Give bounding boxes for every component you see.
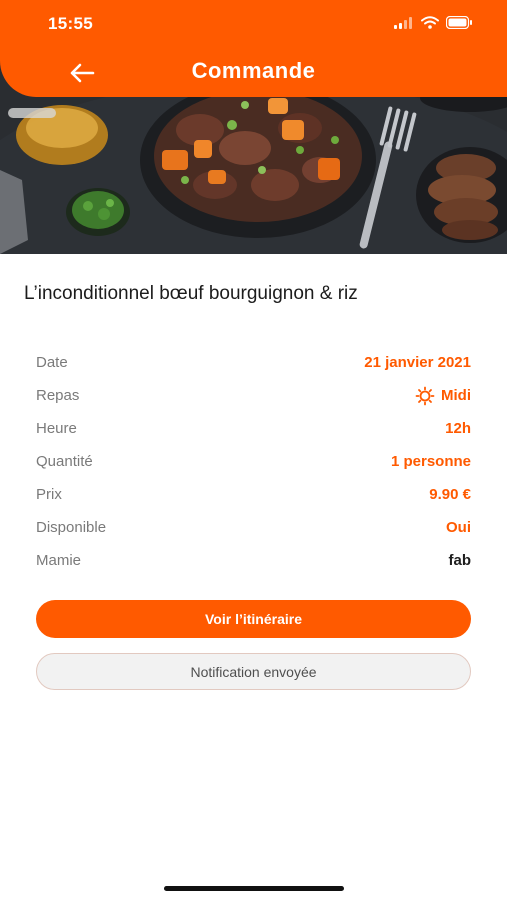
detail-label: Disponible [36, 519, 107, 536]
status-icons [394, 16, 473, 29]
app-header: 15:55 Commande [0, 0, 507, 97]
detail-row-mamie: Mamie fab [36, 544, 471, 577]
detail-value: Midi [441, 387, 471, 404]
view-itinerary-button[interactable]: Voir l’itinéraire [36, 600, 471, 638]
dish-title: L’inconditionnel bœuf bourguignon & riz [24, 283, 358, 304]
detail-label: Heure [36, 420, 77, 437]
detail-value: 12h [445, 420, 471, 437]
detail-value: 21 janvier 2021 [364, 354, 471, 371]
detail-label: Date [36, 354, 68, 371]
detail-row-repas: Repas Midi [36, 379, 471, 412]
notification-sent-button[interactable]: Notification envoyée [36, 653, 471, 690]
order-details: Date 21 janvier 2021 Repas Midi Heure 12… [36, 346, 471, 577]
detail-row-prix: Prix 9.90 € [36, 478, 471, 511]
detail-label: Repas [36, 387, 80, 404]
detail-label: Prix [36, 486, 62, 503]
page-title: Commande [191, 58, 316, 83]
detail-value: Oui [446, 519, 471, 536]
detail-label: Mamie [36, 552, 82, 569]
status-time: 15:55 [48, 14, 93, 33]
wifi-icon [421, 16, 439, 29]
sun-icon [415, 386, 435, 405]
detail-value: 9.90 € [429, 486, 471, 503]
detail-row-date: Date 21 janvier 2021 [36, 346, 471, 379]
detail-row-disponible: Disponible Oui [36, 511, 471, 544]
home-indicator [164, 886, 344, 891]
detail-value: fab [448, 552, 472, 569]
detail-value-wrapper: Midi [415, 386, 471, 406]
battery-icon [446, 16, 472, 29]
detail-label: Quantité [36, 453, 93, 470]
detail-value: 1 personne [390, 453, 471, 470]
detail-row-heure: Heure 12h [36, 412, 471, 445]
detail-row-quantite: Quantité 1 personne [36, 445, 471, 478]
signal-icon [394, 16, 412, 29]
